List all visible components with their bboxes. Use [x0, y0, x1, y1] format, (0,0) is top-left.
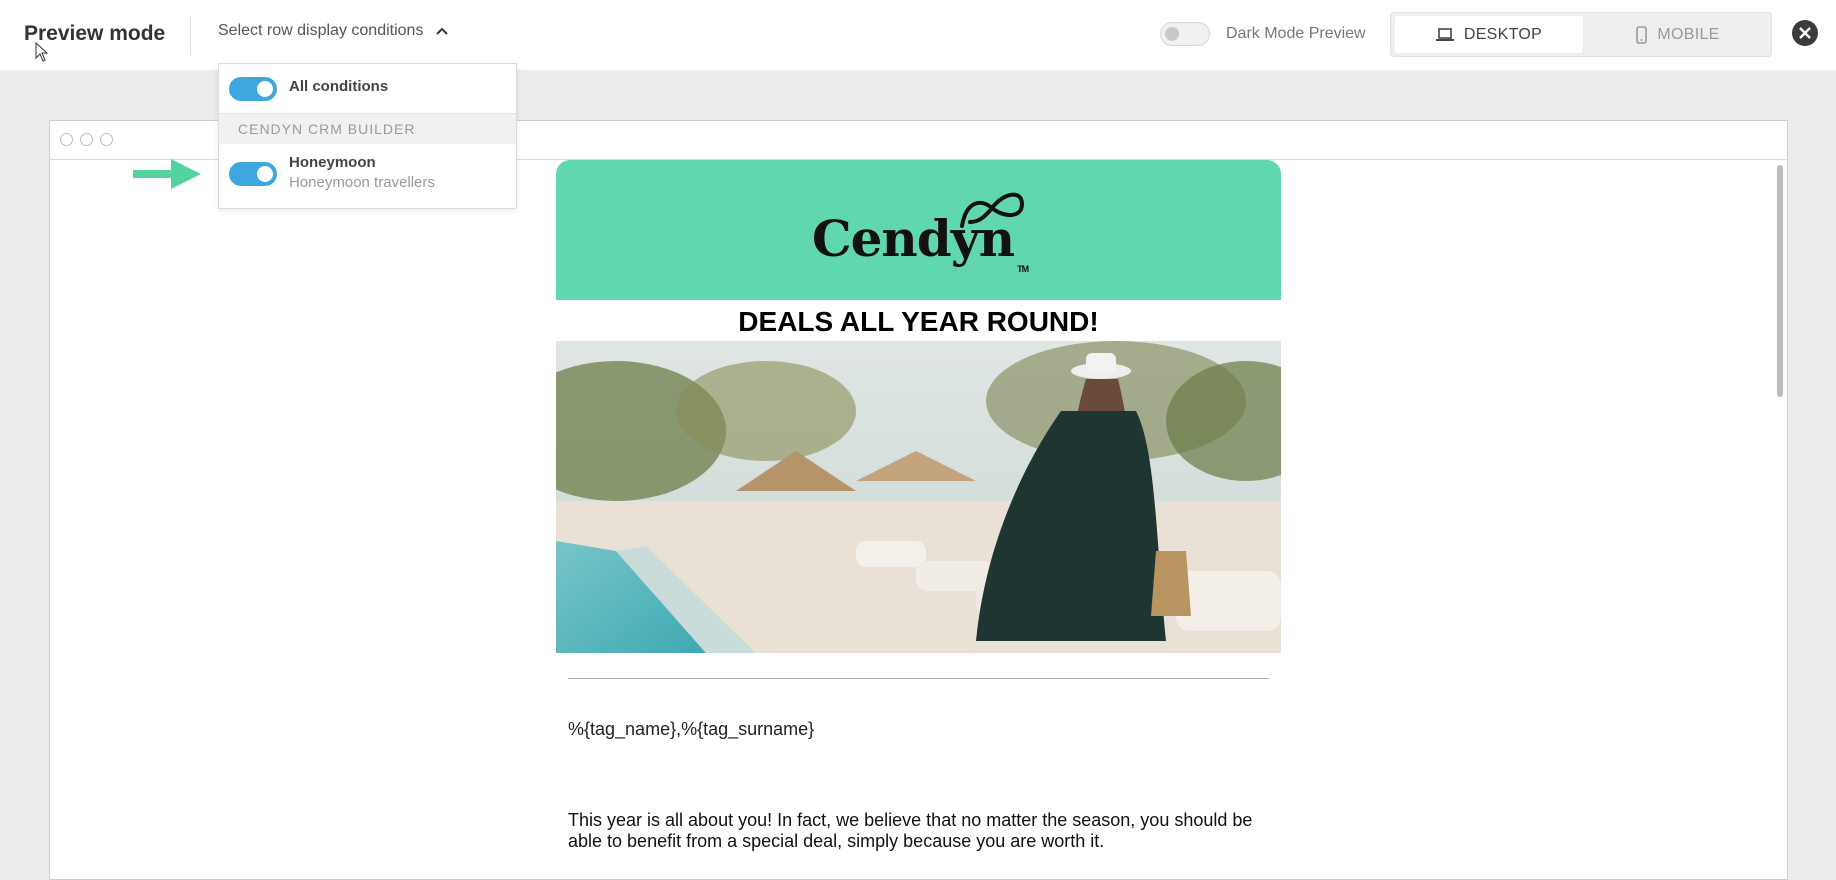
condition-title: Honeymoon [289, 154, 376, 171]
email-preview: CendynTM DEALS ALL YEAR ROUND! %{tag_nam… [556, 160, 1281, 852]
window-dot-icon [80, 133, 93, 146]
honeymoon-toggle[interactable] [229, 162, 277, 186]
email-body-text: This year is all about you! In fact, we … [568, 810, 1253, 851]
top-bar: Preview mode Select row display conditio… [0, 0, 1836, 70]
all-conditions-row[interactable]: All conditions [219, 64, 516, 114]
email-divider [568, 678, 1269, 679]
dark-mode-toggle[interactable] [1160, 22, 1210, 46]
email-header: CendynTM [556, 160, 1281, 300]
close-button[interactable] [1792, 20, 1818, 46]
device-switch: DESKTOP MOBILE [1390, 12, 1772, 57]
hero-image [556, 341, 1281, 653]
all-conditions-toggle[interactable] [229, 77, 277, 101]
chevron-up-icon [436, 27, 449, 35]
condition-subtitle: Honeymoon travellers [289, 174, 435, 191]
conditions-dropdown: All conditions CENDYN CRM BUILDER Honeym… [218, 63, 517, 209]
group-header: CENDYN CRM BUILDER [219, 114, 516, 144]
phone-icon [1636, 25, 1648, 44]
dark-mode-control: Dark Mode Preview [1160, 22, 1366, 46]
window-dot-icon [60, 133, 73, 146]
mobile-label: MOBILE [1657, 25, 1720, 43]
laptop-icon [1435, 27, 1454, 41]
header-divider [190, 16, 191, 54]
mobile-button[interactable]: MOBILE [1587, 16, 1769, 53]
close-icon [1799, 27, 1811, 39]
arrow-right-icon [133, 159, 201, 189]
row-conditions-select[interactable]: Select row display conditions [218, 22, 449, 40]
desktop-button[interactable]: DESKTOP [1395, 16, 1583, 53]
infinity-logo-icon [960, 192, 1025, 228]
personalization-tags: %{tag_name},%{tag_surname} [568, 719, 815, 739]
email-headline: DEALS ALL YEAR ROUND! [738, 306, 1099, 337]
window-dot-icon [100, 133, 113, 146]
all-conditions-label: All conditions [289, 78, 389, 95]
desktop-label: DESKTOP [1463, 25, 1543, 43]
dark-mode-label: Dark Mode Preview [1226, 25, 1366, 42]
cursor-icon [35, 42, 49, 62]
condition-item-honeymoon[interactable]: Honeymoon Honeymoon travellers [219, 144, 516, 208]
row-conditions-label: Select row display conditions [218, 22, 424, 39]
preview-scrollbar[interactable] [1777, 165, 1783, 397]
